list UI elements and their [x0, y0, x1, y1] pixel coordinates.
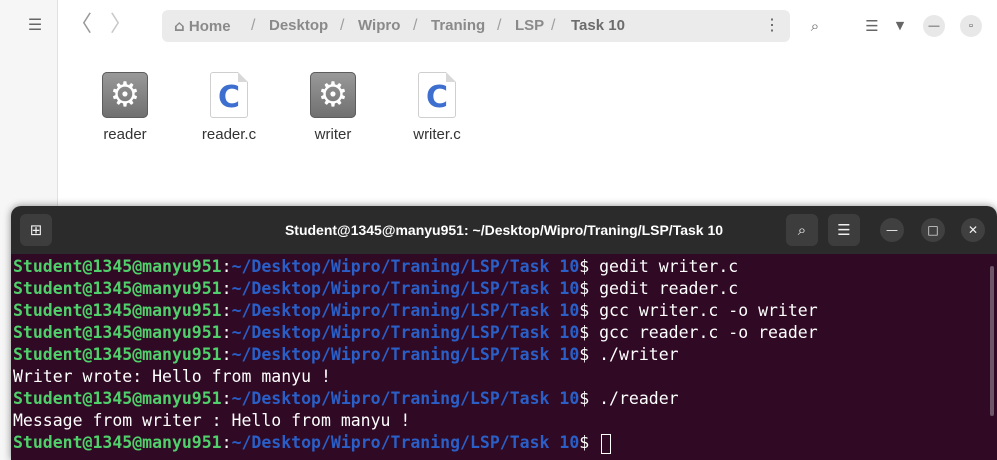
- search-icon[interactable]: ⌕: [803, 14, 827, 38]
- terminal-output-line: Message from writer : Hello from manyu !: [13, 410, 997, 432]
- gear-icon: ⚙: [310, 72, 356, 118]
- breadcrumb-separator: /: [551, 17, 556, 34]
- terminal-window[interactable]: ⊞ Student@1345@manyu951: ~/Desktop/Wipro…: [11, 206, 997, 460]
- minimize-button[interactable]: —: [923, 15, 945, 37]
- maximize-button[interactable]: □: [921, 218, 945, 242]
- breadcrumb-traning[interactable]: Traning: [431, 10, 485, 42]
- prompt-path: ~/Desktop/Wipro/Traning/LSP/Task 10: [231, 345, 580, 364]
- breadcrumb-separator: /: [340, 17, 345, 34]
- file-name: writer.c: [413, 126, 461, 143]
- file-item-reader[interactable]: ⚙ reader: [80, 72, 170, 143]
- prompt-user: Student@1345@manyu951: [13, 301, 222, 320]
- file-item-writer-c[interactable]: C writer.c: [392, 72, 482, 143]
- prompt-path: ~/Desktop/Wipro/Traning/LSP/Task 10: [231, 257, 580, 276]
- c-file-icon: C: [418, 72, 456, 118]
- breadcrumb-separator: /: [497, 17, 502, 34]
- back-button[interactable]: 〈: [70, 14, 92, 38]
- prompt-path: ~/Desktop/Wipro/Traning/LSP/Task 10: [231, 433, 580, 452]
- chevron-down-icon[interactable]: ▼: [888, 14, 912, 38]
- search-icon[interactable]: ⌕: [786, 214, 818, 246]
- file-name: reader: [103, 126, 147, 143]
- home-icon: ⌂: [174, 17, 185, 35]
- prompt-user: Student@1345@manyu951: [13, 279, 222, 298]
- list-view-icon[interactable]: ☰: [860, 14, 884, 38]
- close-button[interactable]: ✕: [961, 218, 985, 242]
- command-text: ./writer: [589, 345, 679, 364]
- prompt-path: ~/Desktop/Wipro/Traning/LSP/Task 10: [231, 323, 580, 342]
- terminal-prompt-line: Student@1345@manyu951:~/Desktop/Wipro/Tr…: [13, 432, 997, 454]
- prompt-user: Student@1345@manyu951: [13, 433, 222, 452]
- terminal-prompt-line: Student@1345@manyu951:~/Desktop/Wipro/Tr…: [13, 301, 818, 320]
- forward-button[interactable]: 〉: [110, 14, 132, 38]
- scrollbar[interactable]: [990, 266, 994, 416]
- terminal-prompt-line: Student@1345@manyu951:~/Desktop/Wipro/Tr…: [13, 389, 679, 408]
- output-text: Writer wrote: Hello from manyu !: [13, 367, 331, 386]
- command-text: gcc writer.c -o writer: [589, 301, 818, 320]
- terminal-prompt-line: Student@1345@manyu951:~/Desktop/Wipro/Tr…: [13, 345, 679, 364]
- file-name: writer: [314, 126, 352, 143]
- terminal-cursor: [601, 433, 612, 454]
- prompt-user: Student@1345@manyu951: [13, 257, 222, 276]
- terminal-prompt-line: Student@1345@manyu951:~/Desktop/Wipro/Tr…: [13, 323, 818, 342]
- breadcrumb-lsp[interactable]: LSP: [515, 10, 544, 42]
- command-text: [589, 433, 599, 452]
- prompt-user: Student@1345@manyu951: [13, 323, 222, 342]
- c-file-icon: C: [210, 72, 248, 118]
- file-name: reader.c: [201, 126, 257, 143]
- terminal-output-line: Writer wrote: Hello from manyu !: [13, 366, 997, 388]
- terminal-titlebar[interactable]: ⊞ Student@1345@manyu951: ~/Desktop/Wipro…: [11, 206, 997, 254]
- breadcrumb-wipro[interactable]: Wipro: [358, 10, 400, 42]
- command-text: gedit reader.c: [589, 279, 739, 298]
- file-item-reader-c[interactable]: C reader.c: [184, 72, 274, 143]
- gear-icon: ⚙: [102, 72, 148, 118]
- more-options-icon[interactable]: ⋮: [764, 10, 780, 42]
- breadcrumb-separator: /: [413, 17, 418, 34]
- file-item-writer[interactable]: ⚙ writer: [288, 72, 378, 143]
- prompt-path: ~/Desktop/Wipro/Traning/LSP/Task 10: [231, 279, 580, 298]
- prompt-path: ~/Desktop/Wipro/Traning/LSP/Task 10: [231, 301, 580, 320]
- breadcrumb-desktop[interactable]: Desktop: [269, 10, 328, 42]
- menu-icon[interactable]: ☰: [828, 214, 860, 246]
- terminal-prompt-line: Student@1345@manyu951:~/Desktop/Wipro/Tr…: [13, 257, 739, 276]
- output-text: Message from writer : Hello from manyu !: [13, 411, 411, 430]
- maximize-button[interactable]: ▫: [960, 15, 982, 37]
- terminal-prompt-line: Student@1345@manyu951:~/Desktop/Wipro/Tr…: [13, 279, 739, 298]
- hamburger-menu-icon[interactable]: ☰: [24, 17, 46, 35]
- breadcrumb-home[interactable]: ⌂ Home: [174, 10, 231, 42]
- command-text: gcc reader.c -o reader: [589, 323, 818, 342]
- terminal-output[interactable]: Student@1345@manyu951:~/Desktop/Wipro/Tr…: [11, 254, 997, 460]
- breadcrumb-task-10[interactable]: Task 10: [571, 10, 625, 42]
- breadcrumb-separator: /: [251, 17, 256, 34]
- prompt-path: ~/Desktop/Wipro/Traning/LSP/Task 10: [231, 389, 580, 408]
- prompt-user: Student@1345@manyu951: [13, 345, 222, 364]
- breadcrumb: ⌂ Home / Desktop / Wipro / Traning / LSP…: [162, 10, 790, 42]
- minimize-button[interactable]: —: [880, 218, 904, 242]
- command-text: gedit writer.c: [589, 257, 739, 276]
- prompt-user: Student@1345@manyu951: [13, 389, 222, 408]
- command-text: ./reader: [589, 389, 679, 408]
